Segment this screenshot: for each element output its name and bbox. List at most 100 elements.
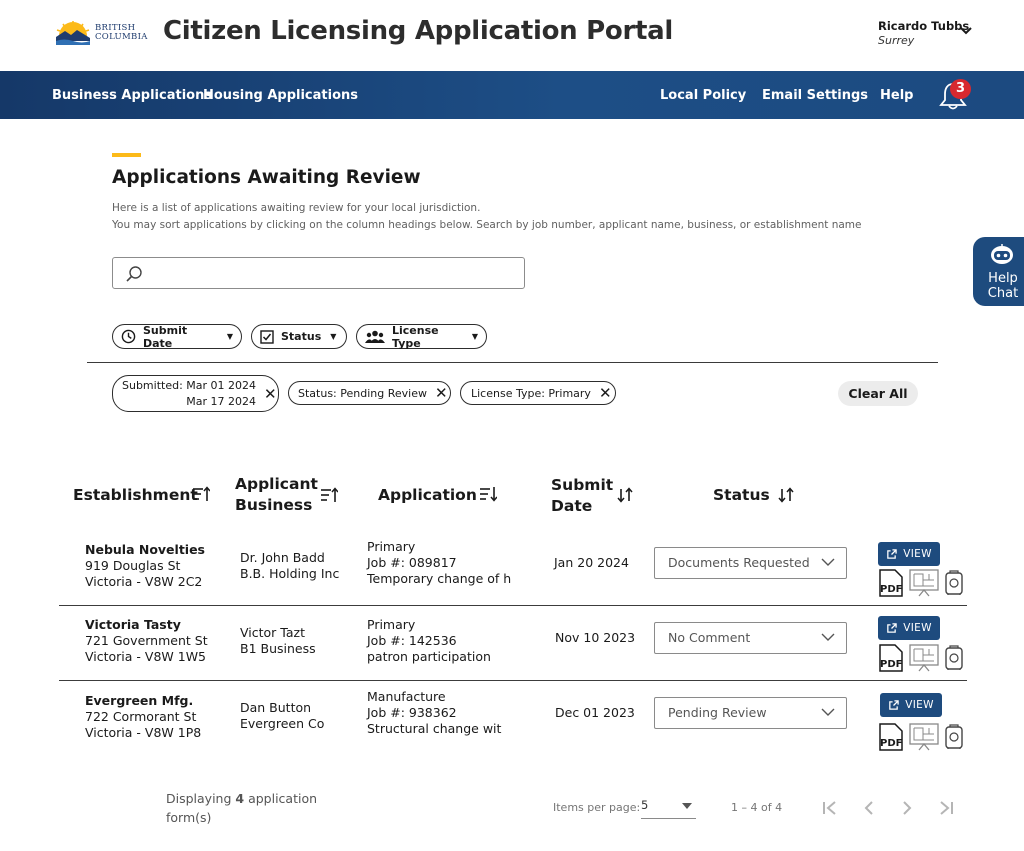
clock-icon bbox=[121, 329, 136, 344]
business-name: B.B. Holding Inc bbox=[240, 566, 340, 581]
nav-local-policy[interactable]: Local Policy bbox=[660, 88, 746, 103]
next-page-icon[interactable] bbox=[899, 798, 915, 818]
business-name: Evergreen Co bbox=[240, 716, 325, 731]
pdf-icon[interactable]: PDF bbox=[877, 723, 905, 751]
items-per-page-label: Items per page: bbox=[553, 801, 641, 814]
row-divider bbox=[59, 680, 967, 681]
nav-business-applications[interactable]: Business Applications bbox=[52, 88, 212, 103]
floor-plan-icon[interactable] bbox=[909, 644, 939, 672]
col-header-text: Business bbox=[235, 496, 313, 514]
view-button[interactable]: VIEW bbox=[878, 616, 940, 640]
establishment-cell: Victoria Tasty 721 Government St Victori… bbox=[85, 617, 208, 665]
sort-both-icon[interactable] bbox=[616, 487, 634, 503]
chip-label: License Type: Primary bbox=[471, 386, 591, 400]
search-box[interactable] bbox=[112, 257, 525, 289]
filter-status[interactable]: Status ▼ bbox=[251, 324, 347, 349]
col-header-submit-date[interactable]: Submit Date bbox=[551, 475, 613, 517]
row-divider bbox=[59, 605, 967, 606]
filter-label: Status bbox=[281, 330, 322, 343]
application-type: Primary bbox=[367, 539, 416, 554]
chip-status[interactable]: Status: Pending Review ✕ bbox=[288, 381, 451, 405]
sort-icon[interactable] bbox=[479, 486, 497, 502]
help-chat-button[interactable]: Help Chat bbox=[973, 237, 1024, 306]
external-link-icon bbox=[887, 622, 897, 633]
chatbot-icon bbox=[991, 244, 1013, 264]
col-header-status[interactable]: Status bbox=[713, 485, 770, 506]
caret-down-icon: ▼ bbox=[226, 332, 233, 341]
submit-date: Nov 10 2023 bbox=[555, 630, 636, 645]
floor-plan-icon[interactable] bbox=[909, 569, 939, 597]
page-title: Applications Awaiting Review bbox=[112, 167, 421, 188]
view-label: VIEW bbox=[903, 548, 932, 560]
items-per-page-select[interactable]: 5 bbox=[641, 798, 696, 819]
floor-plan-icon[interactable] bbox=[909, 723, 939, 751]
col-header-applicant[interactable]: Applicant Business bbox=[235, 474, 318, 516]
clear-all-button[interactable]: Clear All bbox=[838, 381, 918, 406]
pdf-icon[interactable]: PDF bbox=[877, 569, 905, 597]
help-chat-label: Chat bbox=[987, 286, 1019, 301]
col-header-establishment[interactable]: Establishment bbox=[73, 485, 198, 506]
close-icon[interactable]: ✕ bbox=[264, 385, 277, 403]
status-select[interactable]: Pending Review bbox=[654, 697, 847, 729]
application-description: Temporary change of h bbox=[367, 571, 512, 586]
description-line: Here is a list of applications awaiting … bbox=[112, 202, 481, 214]
sort-icon[interactable] bbox=[320, 487, 338, 503]
svg-text:PDF: PDF bbox=[880, 659, 902, 670]
establishment-name: Nebula Novelties bbox=[85, 542, 205, 557]
chevron-down-icon bbox=[821, 558, 835, 566]
address-line: Victoria - V8W 2C2 bbox=[85, 574, 203, 589]
chevron-down-icon bbox=[821, 708, 835, 716]
pdf-icon[interactable]: PDF bbox=[877, 644, 905, 672]
applicant-name: Dan Button bbox=[240, 700, 312, 715]
results-count: Displaying 4 application form(s) bbox=[166, 789, 326, 827]
building-icon[interactable] bbox=[944, 645, 964, 671]
filter-license-type[interactable]: License Type ▼ bbox=[356, 324, 487, 350]
chip-label: Submitted: Mar 01 2024 Mar 17 2024 bbox=[122, 378, 256, 410]
chip-submitted[interactable]: Submitted: Mar 01 2024 Mar 17 2024 ✕ bbox=[112, 375, 279, 412]
sort-icon[interactable] bbox=[192, 486, 210, 502]
establishment-name: Victoria Tasty bbox=[85, 617, 181, 632]
people-icon bbox=[365, 330, 385, 343]
applicant-cell: Dan Button Evergreen Co bbox=[240, 700, 324, 732]
close-icon[interactable]: ✕ bbox=[599, 384, 612, 402]
chip-text: Submitted: Mar 01 2024 bbox=[122, 378, 257, 392]
nav-email-settings[interactable]: Email Settings bbox=[762, 88, 868, 103]
first-page-icon[interactable] bbox=[821, 798, 839, 818]
sort-both-icon[interactable] bbox=[777, 487, 795, 503]
status-select[interactable]: Documents Requested bbox=[654, 547, 847, 579]
status-value: Documents Requested bbox=[668, 555, 810, 570]
caret-down-icon: ▼ bbox=[330, 332, 337, 341]
user-name[interactable]: Ricardo Tubbs bbox=[878, 19, 969, 33]
notification-badge: 3 bbox=[950, 79, 971, 99]
view-button[interactable]: VIEW bbox=[880, 693, 942, 717]
nav-help[interactable]: Help bbox=[880, 88, 913, 103]
status-value: Pending Review bbox=[668, 705, 767, 720]
chip-text: Mar 17 2024 bbox=[186, 394, 257, 408]
job-number: Job #: 142536 bbox=[367, 633, 457, 648]
help-chat-label: Help bbox=[988, 271, 1018, 286]
previous-page-icon[interactable] bbox=[861, 798, 877, 818]
chip-license-type[interactable]: License Type: Primary ✕ bbox=[460, 381, 616, 405]
page-range: 1 – 4 of 4 bbox=[731, 801, 783, 814]
chevron-down-icon[interactable] bbox=[958, 23, 974, 39]
bc-sun-logo-icon bbox=[56, 21, 90, 45]
application-cell: Primary Job #: 089817 Temporary change o… bbox=[367, 539, 511, 587]
building-icon[interactable] bbox=[944, 570, 964, 596]
address-line: 919 Douglas St bbox=[85, 558, 181, 573]
filter-submit-date[interactable]: Submit Date ▼ bbox=[112, 324, 242, 350]
submit-date: Dec 01 2023 bbox=[555, 705, 635, 720]
status-select[interactable]: No Comment bbox=[654, 622, 847, 654]
page-description: Here is a list of applications awaiting … bbox=[112, 200, 862, 234]
last-page-icon[interactable] bbox=[937, 798, 955, 818]
external-link-icon bbox=[889, 699, 899, 710]
bc-logo: BRITISH COLUMBIA bbox=[55, 20, 147, 48]
building-icon[interactable] bbox=[944, 724, 964, 750]
description-line: You may sort applications by clicking on… bbox=[112, 219, 862, 231]
col-header-application[interactable]: Application bbox=[378, 485, 477, 506]
nav-housing-applications[interactable]: Housing Applications bbox=[203, 88, 358, 103]
close-icon[interactable]: ✕ bbox=[435, 384, 448, 402]
search-input[interactable] bbox=[153, 262, 513, 284]
view-button[interactable]: VIEW bbox=[878, 542, 940, 566]
address-line: 721 Government St bbox=[85, 633, 208, 648]
establishment-name: Evergreen Mfg. bbox=[85, 693, 194, 708]
